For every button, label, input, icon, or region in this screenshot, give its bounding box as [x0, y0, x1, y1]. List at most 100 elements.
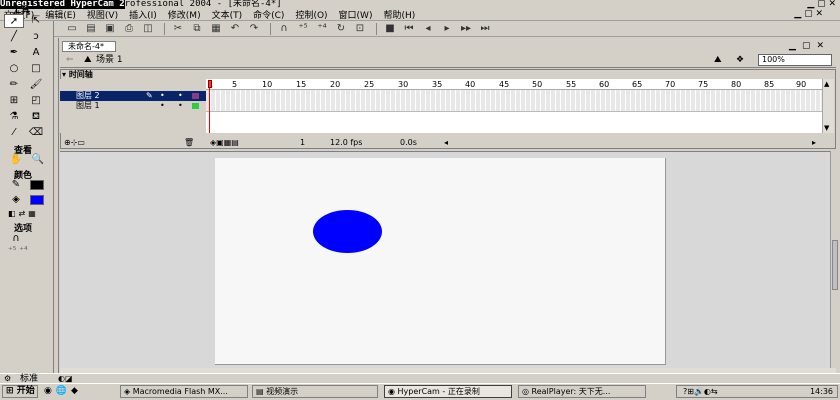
open-file-icon[interactable]: ▤ — [83, 22, 99, 36]
scale-icon[interactable]: ⊡ — [352, 22, 368, 36]
document-tab[interactable]: 未命名-4* — [62, 41, 116, 52]
menu-help[interactable]: 帮助(H) — [383, 8, 415, 21]
eyedropper-tool-icon[interactable]: ⁄ — [4, 126, 24, 140]
edit-scene-icon[interactable]: ⛰ — [714, 55, 722, 65]
line-tool-icon[interactable]: ╱ — [4, 30, 24, 44]
print-icon[interactable]: ⎙ — [121, 22, 137, 36]
redo-icon[interactable]: ↷ — [246, 22, 262, 36]
quick-launch-icons[interactable]: ◉🌐◆ — [44, 386, 82, 396]
straighten-icon[interactable]: ⁺⁴ — [314, 22, 330, 36]
taskbar-video-folder[interactable]: ▤ 视频演示 — [252, 385, 378, 398]
smooth-straighten-icons[interactable]: ⁺⁵ ⁺⁴ — [8, 246, 28, 256]
ruler-tick: 55 — [566, 80, 577, 89]
new-file-icon[interactable]: ▭ — [64, 22, 80, 36]
pencil-tool-icon[interactable]: ✏ — [4, 78, 24, 92]
color-swap-icons[interactable]: ◧⇄▦ — [8, 209, 39, 218]
tray-icons[interactable]: ?⊞🔊◐⇆ — [683, 386, 718, 397]
print-preview-icon[interactable]: ◫ — [140, 22, 156, 36]
play-icon[interactable]: ▸ — [439, 22, 455, 36]
rectangle-tool-icon[interactable]: □ — [26, 62, 46, 76]
document-tab-controls[interactable]: ▁▢✕ — [789, 41, 830, 51]
layer-row-2[interactable]: 图层 2 ✎ • • — [60, 91, 206, 101]
menu-modify[interactable]: 修改(M) — [168, 8, 201, 21]
text-tool-icon[interactable]: A — [26, 46, 46, 60]
menu-text[interactable]: 文本(T) — [212, 8, 243, 21]
ink-bottle-icon[interactable]: ⚗ — [4, 110, 24, 124]
delete-layer-icon[interactable]: 🗑 — [184, 137, 194, 148]
undo-icon[interactable]: ↶ — [227, 22, 243, 36]
lock-dot[interactable]: • — [178, 91, 183, 101]
timeline-scroll-left-icon[interactable]: ◂ — [444, 137, 448, 148]
layer-outline-color[interactable] — [192, 93, 199, 99]
arrow-tool-icon[interactable]: ➚ — [4, 14, 24, 28]
frame-area-empty[interactable] — [206, 112, 822, 133]
layer-row-1[interactable]: 图层 1 • • — [60, 101, 206, 111]
snap-magnet-icon[interactable]: ∩ — [6, 232, 26, 246]
magnet-icon[interactable]: ∩ — [276, 22, 292, 36]
menu-control[interactable]: 控制(O) — [295, 8, 327, 21]
transform-tool-icon[interactable]: ⊞ — [4, 94, 24, 108]
rotate-icon[interactable]: ↻ — [333, 22, 349, 36]
fill-color-icon[interactable]: ◈ — [6, 193, 26, 207]
oval-tool-icon[interactable]: ○ — [4, 62, 24, 76]
timeline-scrollbar[interactable]: ▲ ▼ — [822, 79, 834, 133]
scroll-up-icon[interactable]: ▲ — [824, 80, 829, 88]
menu-commands[interactable]: 命令(C) — [253, 8, 284, 21]
play-back-icon[interactable]: ◂ — [420, 22, 436, 36]
fill-color-swatch[interactable] — [30, 195, 44, 205]
onion-skin-icons[interactable]: ◈▣▦▤ — [210, 137, 239, 148]
elapsed-time: 0.0s — [400, 138, 417, 147]
menu-view[interactable]: 视图(V) — [87, 8, 118, 21]
timeline-header[interactable]: ▾ 时间轴 — [62, 70, 93, 79]
edit-symbol-icon[interactable]: ❖ — [736, 55, 744, 65]
paste-icon[interactable]: ▦ — [208, 22, 224, 36]
hand-tool-icon[interactable]: ✋ — [6, 153, 26, 167]
stroke-color-swatch[interactable] — [30, 180, 44, 190]
layer-outline-color[interactable] — [192, 103, 199, 109]
scroll-down-icon[interactable]: ▼ — [824, 124, 829, 132]
timeline-scroll-right-icon[interactable]: ▸ — [812, 137, 816, 148]
frame-ruler[interactable]: 1 5 10 15 20 25 30 35 40 45 50 55 60 65 … — [206, 79, 822, 90]
step-forward-icon[interactable]: ▸▸ — [458, 22, 474, 36]
ruler-tick: 85 — [764, 80, 775, 89]
smooth-icon[interactable]: ⁺⁵ — [295, 22, 311, 36]
zoom-select[interactable]: 100% — [758, 54, 832, 66]
brush-tool-icon[interactable]: 🖌 — [26, 78, 46, 92]
rewind-icon[interactable]: ■ — [382, 22, 398, 36]
save-icon[interactable]: ▣ — [102, 22, 118, 36]
blue-oval-shape[interactable] — [313, 210, 382, 253]
step-back-icon[interactable]: ⏮ — [401, 22, 417, 36]
lock-dot[interactable]: • — [178, 101, 183, 111]
cut-icon[interactable]: ✂ — [170, 22, 186, 36]
stroke-color-icon[interactable]: ✎ — [6, 178, 26, 192]
paint-bucket-icon[interactable]: ⛾ — [26, 110, 46, 124]
visibility-dot[interactable]: • — [160, 91, 165, 101]
end-icon[interactable]: ⏭ — [477, 22, 493, 36]
zoom-tool-icon[interactable]: 🔍 — [28, 153, 48, 167]
fill-transform-icon[interactable]: ◰ — [26, 94, 46, 108]
menu-insert[interactable]: 插入(I) — [129, 8, 157, 21]
stage-canvas[interactable] — [215, 158, 666, 365]
taskbar-flash[interactable]: ◈ Macromedia Flash MX... — [120, 385, 248, 398]
document-window-controls[interactable]: ▁ ▢ ✕ — [794, 9, 823, 19]
frame-cells[interactable] — [206, 90, 822, 112]
start-button[interactable]: ⊞ 开始 — [2, 385, 38, 398]
back-arrow-icon[interactable]: ⇐ — [66, 55, 74, 65]
subselect-tool-icon[interactable]: ⇱ — [26, 14, 46, 28]
scene-label[interactable]: 场景 1 — [96, 55, 123, 66]
taskbar-hypercam[interactable]: ◉ HyperCam - 正在录制 — [384, 385, 512, 398]
menu-window[interactable]: 窗口(W) — [339, 8, 373, 21]
visibility-dot[interactable]: • — [160, 101, 165, 111]
insert-layer-icons[interactable]: ⊕⊹▭ — [64, 137, 85, 148]
copy-icon[interactable]: ⧉ — [189, 22, 205, 36]
playhead-marker[interactable] — [208, 80, 212, 88]
playhead[interactable] — [208, 79, 212, 133]
window-controls[interactable]: ▁ ▢ ✕ — [807, 0, 836, 9]
eraser-tool-icon[interactable]: ⌫ — [26, 126, 46, 140]
pencil-edit-icon: ✎ — [146, 91, 153, 100]
pen-tool-icon[interactable]: ✒ — [4, 46, 24, 60]
taskbar-realplayer[interactable]: ◎ RealPlayer: 天下无... — [518, 385, 646, 398]
lasso-tool-icon[interactable]: ↄ — [26, 30, 46, 44]
stage-scroll-thumb[interactable] — [832, 240, 838, 290]
panel-strip: ⚙ 标准 ◐◪ — [0, 373, 840, 384]
